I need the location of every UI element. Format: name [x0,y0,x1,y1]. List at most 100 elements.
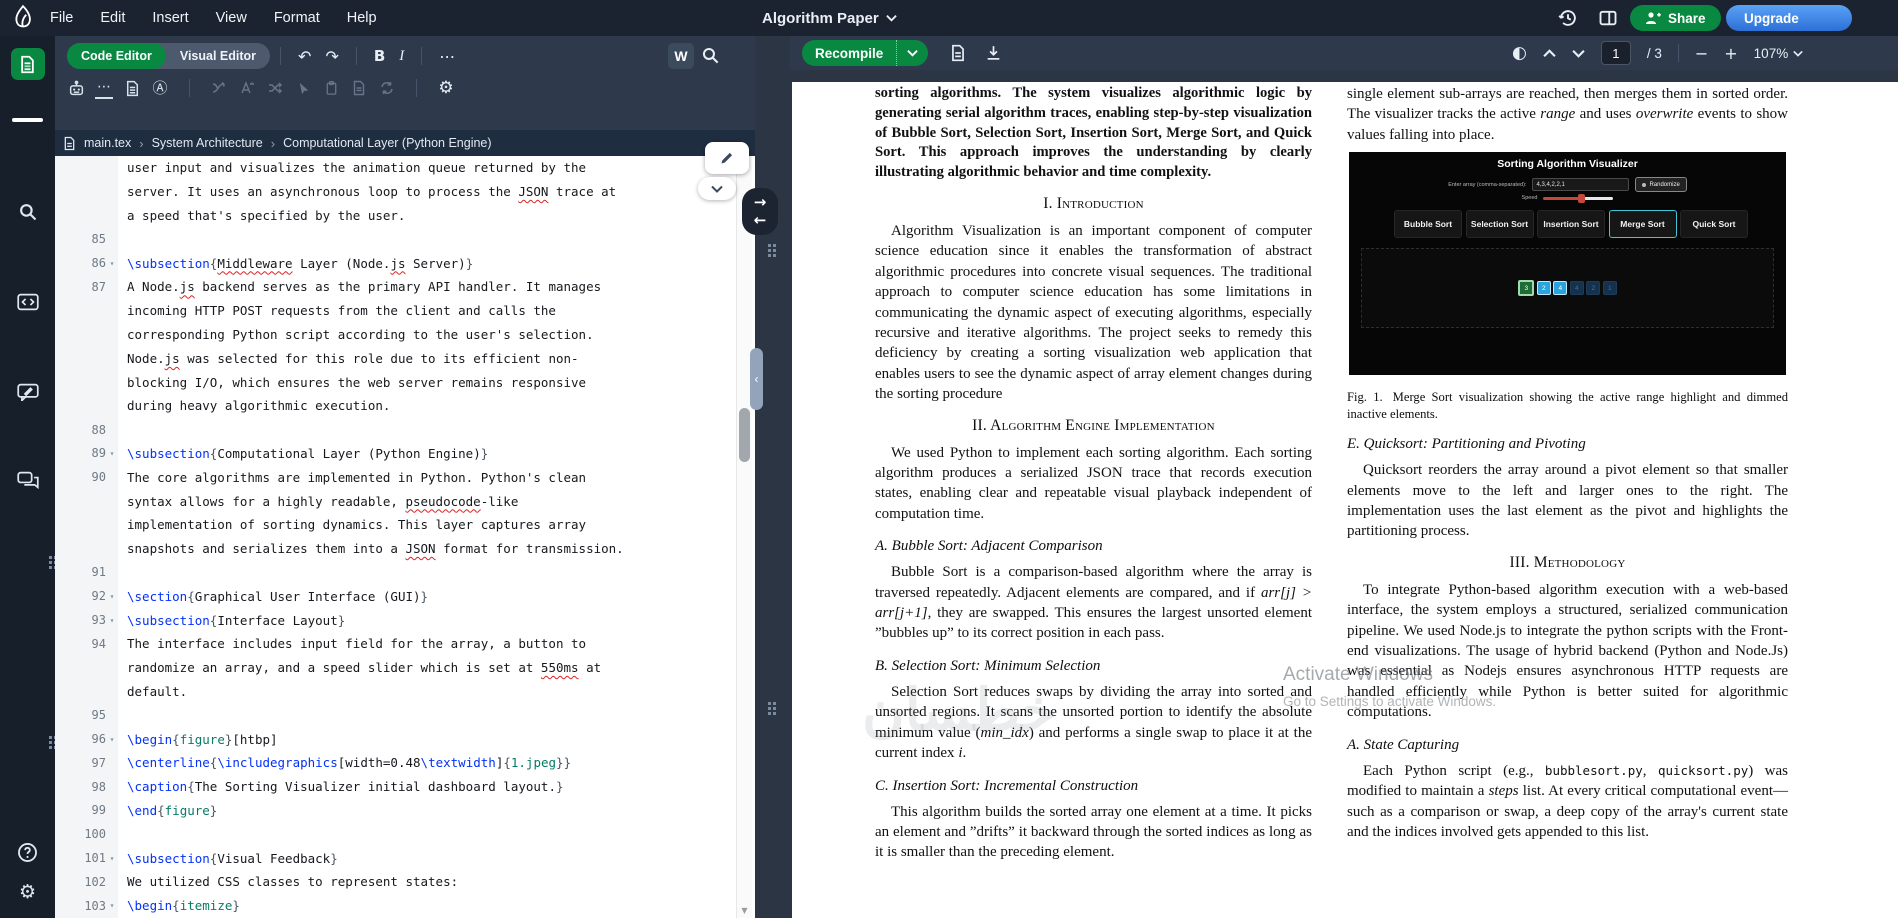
code-line[interactable]: blocking I/O, which ensures the web serv… [55,370,755,394]
recompile-button[interactable]: Recompile [802,46,896,61]
code-line[interactable]: default. [55,679,755,704]
clipboard-icon[interactable] [322,79,340,97]
upgrade-button[interactable]: Upgrade [1726,5,1852,31]
code-line[interactable]: 102 We utilized CSS classes to represent … [55,869,755,894]
visual-editor-toggle[interactable]: Visual Editor [166,49,270,63]
code-line[interactable]: 99 \end{figure} [55,798,755,823]
document-check-icon[interactable] [123,79,141,97]
edit-tools-collapse[interactable] [698,177,736,200]
language-check-icon[interactable]: Ⓐ [151,79,169,97]
project-title[interactable]: Algorithm Paper [762,0,897,36]
code-line[interactable]: 97 \centerline{\includegraphics[width=0.4… [55,750,755,775]
code-line[interactable]: 88 [55,417,755,442]
settings-gear-icon[interactable]: ⚙ [0,872,55,912]
menu-view[interactable]: View [216,10,247,26]
sidebar-item-chat[interactable] [0,460,55,500]
breadcrumb-file[interactable]: main.tex [84,136,131,150]
panel-resize-grip[interactable] [49,736,52,739]
code-line[interactable]: 93 ▾ \subsection{Interface Layout} [55,608,755,632]
fold-arrow[interactable]: ▾ [106,735,118,744]
ai-robot-icon[interactable] [67,79,85,97]
collapse-editor-handle[interactable]: ‹ [750,348,763,410]
layout-icon[interactable] [1598,8,1618,28]
download-pdf-icon[interactable] [985,44,1002,62]
suggestions-icon[interactable]: ⋯ [95,78,113,99]
panel-divider[interactable]: → ← ‹ [742,36,790,918]
code-line[interactable]: 96 ▾ \begin{figure}[htbp] [55,727,755,751]
code-line[interactable]: randomize an array, and a speed slider w… [55,655,755,680]
code-line[interactable]: 85 [55,227,755,252]
fold-arrow[interactable]: ▾ [106,592,118,601]
fold-arrow[interactable]: ▾ [106,901,118,910]
code-editor-area[interactable]: user input and visualizes the animation … [55,156,755,918]
bold-button[interactable]: B [374,47,385,65]
page-down-icon[interactable] [1572,49,1585,58]
history-icon[interactable] [1558,8,1578,28]
writefull-settings-gear-icon[interactable]: ⚙ [437,79,455,97]
sync-icon[interactable] [378,79,396,97]
page-number-input[interactable]: 1 [1600,41,1631,65]
code-line[interactable]: 98 \caption{The Sorting Visualizer initia… [55,774,755,799]
code-line[interactable]: 103 ▾ \begin{itemize} [55,893,755,918]
menu-help[interactable]: Help [347,10,377,26]
code-line[interactable]: 91 [55,560,755,585]
menu-edit[interactable]: Edit [100,10,125,26]
menu-insert[interactable]: Insert [152,10,188,26]
scrollbar-thumb[interactable] [739,408,750,462]
divider-grip[interactable] [768,702,771,705]
code-line[interactable]: 95 [55,703,755,728]
code-line[interactable]: during heavy algorithmic execution. [55,393,755,418]
translate-icon[interactable] [238,79,256,97]
fold-arrow[interactable]: ▾ [106,449,118,458]
code-editor-toggle[interactable]: Code Editor [67,43,166,69]
share-button[interactable]: Share [1630,5,1721,31]
panel-resize-grip[interactable] [49,556,52,559]
code-line[interactable]: Node.js was selected for this role due t… [55,346,755,371]
pdf-viewer[interactable]: sorting algorithms. The system visualize… [790,70,1898,918]
code-line[interactable]: corresponding Python script according to… [55,322,755,347]
code-line[interactable]: a speed that's specified by the user. [55,203,755,228]
paraphrase-doc-icon[interactable] [350,79,368,97]
compile-log-icon[interactable] [950,44,966,62]
expand-right-icon[interactable]: → [754,195,767,210]
zoom-level-dropdown[interactable]: 107% [1754,46,1804,61]
code-line[interactable]: snapshots and serializes them into a JSO… [55,536,755,561]
more-tools-icon[interactable]: ⋯ [439,47,455,66]
overleaf-logo-icon[interactable] [10,4,36,32]
breadcrumb-section[interactable]: System Architecture [152,136,263,150]
recompile-dropdown[interactable] [896,40,928,66]
zoom-in-button[interactable]: + [1724,44,1737,63]
sidebar-item-symbols[interactable] [0,282,55,322]
scroll-down-arrow[interactable]: ▼ [739,906,750,915]
fold-arrow[interactable]: ▾ [106,854,118,863]
undo-icon[interactable]: ↶ [298,47,311,66]
contrast-toggle-icon[interactable]: ◐ [1512,44,1527,62]
editor-search-icon[interactable] [701,46,720,65]
code-line[interactable]: 87 A Node.js backend serves as the primar… [55,274,755,299]
edit-tools-widget[interactable] [705,142,749,174]
fold-arrow[interactable]: ▾ [106,616,118,625]
code-line[interactable]: 94 The interface includes input field for… [55,631,755,656]
fold-arrow[interactable]: ▾ [106,259,118,268]
editor-scrollbar[interactable]: ▲ ▼ [736,156,752,918]
code-line[interactable]: 89 ▾ \subsection{Computational Layer (Pyth… [55,441,755,466]
code-line[interactable]: implementation of sorting dynamics. This… [55,512,755,537]
code-line[interactable]: user input and visualizes the animation … [55,156,755,180]
expand-left-icon[interactable]: ← [754,213,767,228]
code-line[interactable]: 101 ▾ \subsection{Visual Feedback} [55,846,755,870]
code-line[interactable]: 100 [55,822,755,847]
code-line[interactable]: 90 The core algorithms are implemented in… [55,465,755,490]
code-line[interactable]: server. It uses an asynchronous loop to … [55,179,755,204]
shuffle-icon[interactable] [266,79,284,97]
help-button[interactable] [0,832,55,872]
page-up-icon[interactable] [1543,48,1556,58]
split-arrows-icon[interactable] [210,79,228,97]
italic-button[interactable]: I [399,48,404,65]
writefull-icon[interactable]: W [668,43,694,69]
sidebar-item-search[interactable] [0,192,55,232]
code-line[interactable]: 86 ▾ \subsection{Middleware Layer (Node.js… [55,251,755,275]
cursor-icon[interactable] [294,79,312,97]
code-line[interactable]: incoming HTTP POST requests from the cli… [55,298,755,323]
menu-format[interactable]: Format [274,10,320,26]
sidebar-item-files[interactable] [0,44,55,84]
